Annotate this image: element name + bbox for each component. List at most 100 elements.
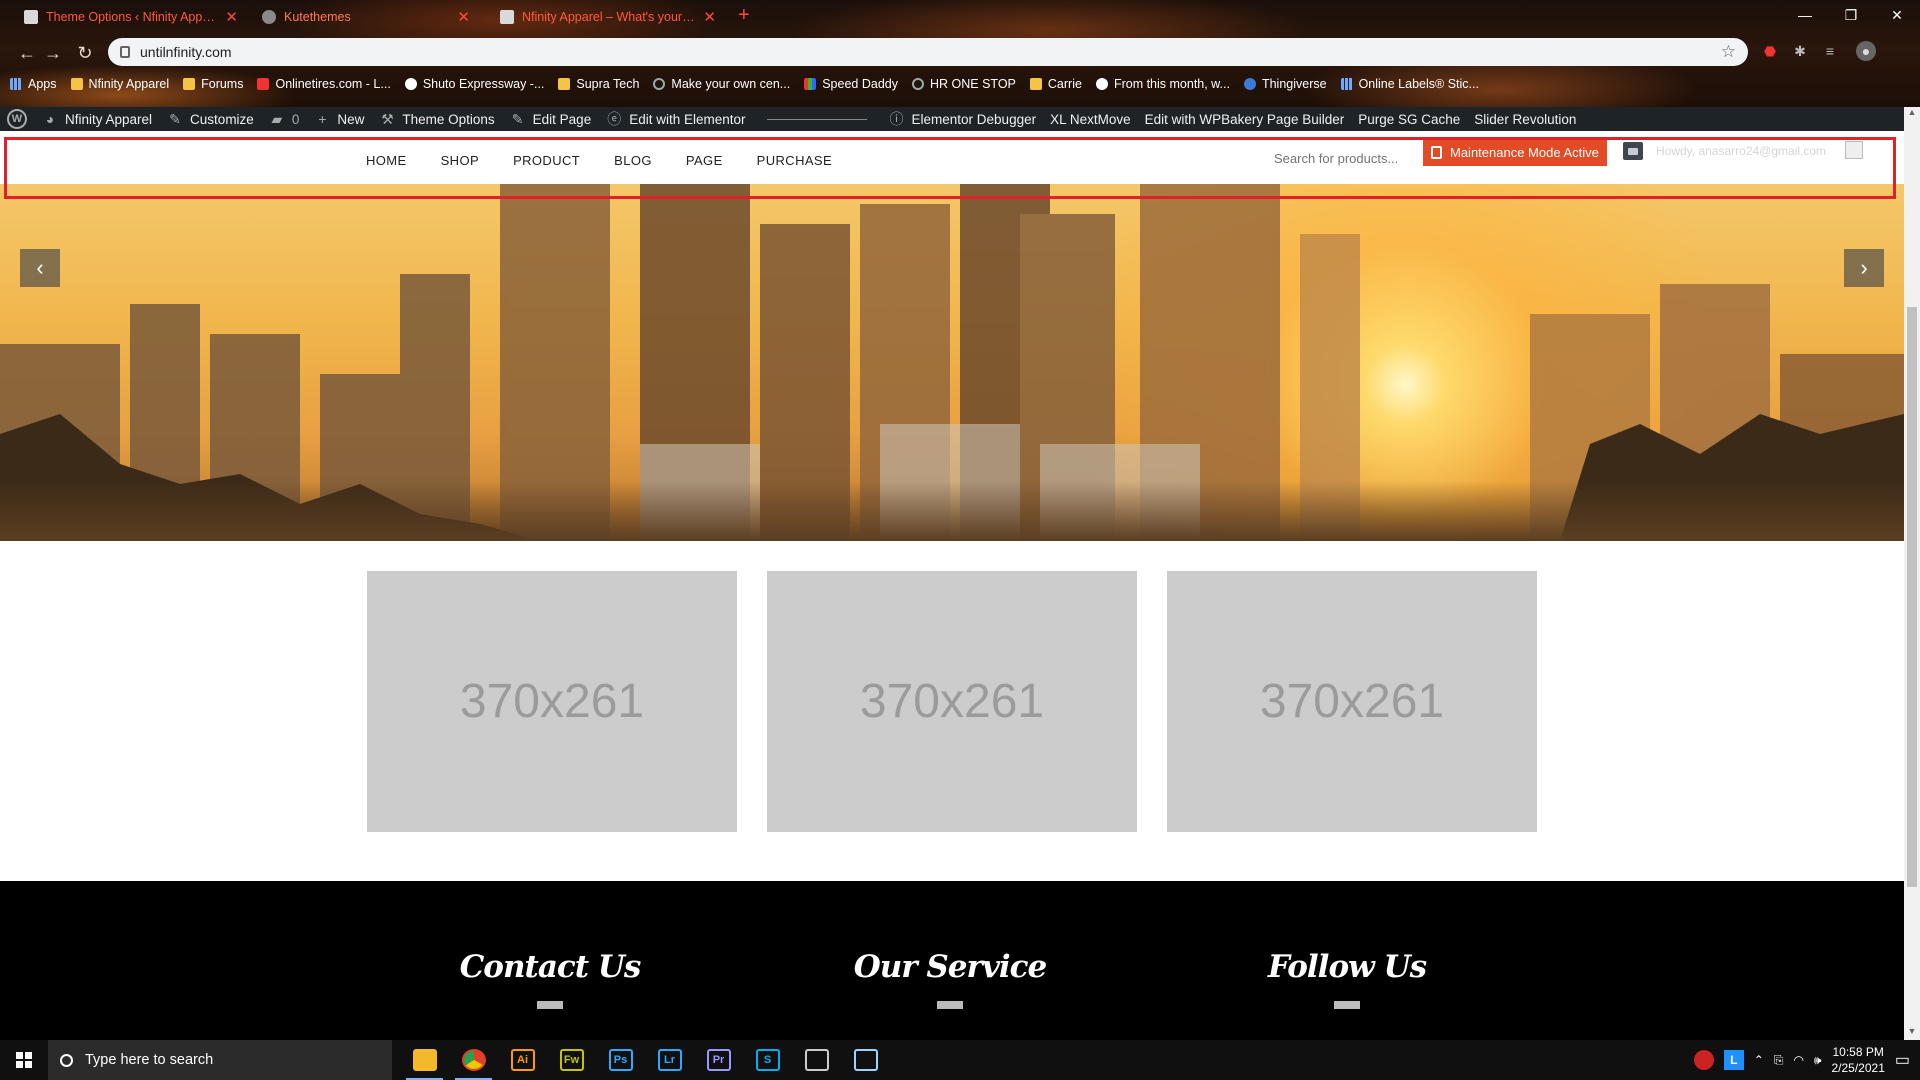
wp-wpbakery[interactable]: Edit with WPBakery Page Builder [1138, 107, 1352, 131]
wp-debugger-label: Elementor Debugger [911, 111, 1037, 127]
wp-theme-options[interactable]: ⚒ Theme Options [371, 107, 501, 131]
wp-edit-page[interactable]: ✎ Edit Page [502, 107, 599, 131]
security-icon[interactable] [1693, 1050, 1714, 1070]
slider-prev-button[interactable]: ‹ [20, 249, 60, 287]
meet-now-icon[interactable]: ⎘ [1774, 1053, 1784, 1068]
chrome-taskbar-button[interactable] [449, 1040, 498, 1080]
wp-site-name[interactable]: ◕ Nfinity Apparel [34, 107, 159, 131]
avatar[interactable] [1845, 141, 1863, 159]
bookmark-onlinetires[interactable]: Onlinetires.com - L... [257, 77, 391, 91]
reload-icon[interactable]: ↻ [72, 40, 98, 66]
close-icon[interactable]: ✕ [457, 10, 470, 25]
thumbnail-placeholder[interactable]: 370x261 [1167, 571, 1537, 832]
extensions-icon[interactable]: ✱ [1790, 41, 1810, 61]
folder-icon [70, 78, 83, 90]
bookmark-apps[interactable]: Apps [10, 77, 57, 91]
skype-taskbar-button[interactable]: S [743, 1040, 792, 1080]
bookmark-supra[interactable]: Supra Tech [558, 77, 639, 91]
wp-purge-cache[interactable]: Purge SG Cache [1351, 107, 1467, 131]
close-icon[interactable]: ✕ [225, 10, 238, 25]
bookmark-forums[interactable]: Forums [183, 77, 243, 91]
navigation-bar: ← → ↻ untilnfinity.com ☆ ⬣ ✱ ≡ ● [0, 36, 1920, 68]
reading-list-icon[interactable]: ≡ [1820, 41, 1840, 61]
acrobat-icon[interactable]: ⬣ [1760, 41, 1780, 61]
minimize-icon[interactable]: — [1782, 0, 1828, 30]
tab-kutethemes[interactable]: Kutethemes ✕ [252, 4, 480, 30]
app-l-icon[interactable]: L [1723, 1050, 1744, 1070]
profile-icon[interactable]: ● [1856, 41, 1876, 61]
forward-icon[interactable]: → [40, 40, 66, 66]
wp-edit-elementor[interactable]: ⓔ Edit with Elementor [598, 107, 752, 131]
illustrator-taskbar-button[interactable]: Ai [498, 1040, 547, 1080]
wp-slider-revolution[interactable]: Slider Revolution [1467, 107, 1583, 131]
notes-taskbar-button[interactable] [841, 1040, 890, 1080]
menu-page[interactable]: PAGE [686, 153, 723, 168]
restore-icon[interactable]: ❐ [1828, 0, 1874, 30]
slider-next-button[interactable]: › [1844, 249, 1884, 287]
maintenance-mode-badge[interactable]: Maintenance Mode Active [1423, 138, 1607, 166]
wp-comments[interactable]: ▰ 0 [261, 107, 307, 131]
address-bar[interactable]: untilnfinity.com ☆ [108, 38, 1748, 66]
wp-edit-page-label: Edit Page [532, 111, 592, 127]
chevron-up-icon[interactable]: ⌃ [1754, 1053, 1764, 1067]
close-icon[interactable]: ✕ [703, 10, 716, 25]
back-icon[interactable]: ← [14, 40, 40, 66]
bookmark-hr-one-stop[interactable]: HR ONE STOP [911, 77, 1016, 91]
menu-shop[interactable]: SHOP [441, 153, 479, 168]
close-window-icon[interactable]: ✕ [1874, 0, 1920, 30]
scroll-up-icon[interactable]: ▲ [1904, 107, 1920, 121]
bookmark-thingiverse[interactable]: Thingiverse [1243, 77, 1327, 91]
folder-icon [558, 78, 571, 90]
howdy-user[interactable]: Howdy, anasarro24@gmail.com [1656, 144, 1826, 158]
store-taskbar-button[interactable] [792, 1040, 841, 1080]
clock[interactable]: 10:58 PM 2/25/2021 [1831, 1044, 1884, 1076]
lightroom-taskbar-button[interactable]: Lr [645, 1040, 694, 1080]
taskbar-search-placeholder: Type here to search [85, 1052, 214, 1068]
menu-blog[interactable]: BLOG [614, 153, 652, 168]
wp-logo-menu[interactable]: W [0, 107, 34, 131]
fireworks-taskbar-button[interactable]: Fw [547, 1040, 596, 1080]
start-button[interactable] [0, 1040, 48, 1080]
menu-product[interactable]: PRODUCT [513, 153, 580, 168]
chat-icon[interactable] [1623, 142, 1643, 160]
chrome-icon [461, 1049, 486, 1071]
taskbar-search[interactable]: Type here to search [48, 1040, 392, 1080]
bookmark-label: Make your own cen... [671, 77, 791, 91]
thumbnail-placeholder[interactable]: 370x261 [367, 571, 737, 832]
info-icon: ⓘ [889, 111, 904, 127]
scroll-down-icon[interactable]: ▼ [1904, 1026, 1920, 1040]
page-scrollbar[interactable]: ▲ ▼ [1904, 107, 1920, 1040]
network-icon[interactable]: ◠ [1793, 1053, 1803, 1067]
file-explorer-taskbar-button[interactable] [400, 1040, 449, 1080]
wp-new[interactable]: + New [306, 107, 371, 131]
bookmark-online-labels[interactable]: Online Labels® Stic... [1340, 77, 1479, 91]
bookmark-carrie[interactable]: Carrie [1029, 77, 1082, 91]
lock-icon [120, 46, 130, 58]
new-tab-button[interactable]: + [738, 4, 750, 27]
wp-xl-nextmove[interactable]: XL NextMove [1043, 107, 1138, 131]
maintenance-icon [1431, 145, 1442, 159]
menu-home[interactable]: HOME [366, 153, 407, 168]
bookmark-speed-daddy[interactable]: Speed Daddy [804, 77, 898, 91]
bookmark-label: Apps [28, 77, 57, 91]
wp-customize[interactable]: ✎ Customize [159, 107, 261, 131]
notifications-icon[interactable]: ▭ [1895, 1050, 1910, 1070]
premiere-taskbar-button[interactable]: Pr [694, 1040, 743, 1080]
bookmark-shuto[interactable]: Shuto Expressway -... [404, 77, 544, 91]
bookmark-make-your-own[interactable]: Make your own cen... [653, 77, 790, 91]
tab-nfinity-apparel[interactable]: Nfinity Apparel – What's your pa ✕ [490, 4, 726, 30]
main-menu: HOME SHOP PRODUCT BLOG PAGE PURCHASE [366, 153, 866, 168]
bookmark-nfinity[interactable]: Nfinity Apparel [70, 77, 169, 91]
menu-purchase[interactable]: PURCHASE [757, 153, 832, 168]
wp-elementor-debugger[interactable]: ⓘ Elementor Debugger [881, 107, 1044, 131]
volume-icon[interactable]: 🕪 [1814, 1053, 1822, 1068]
windows-icon [16, 1052, 32, 1068]
bookmark-star-icon[interactable]: ☆ [1721, 42, 1736, 62]
bookmark-from-this-month[interactable]: From this month, w... [1095, 77, 1230, 91]
product-search-input[interactable] [1274, 151, 1424, 166]
folder-icon [183, 78, 196, 90]
thumbnail-placeholder[interactable]: 370x261 [767, 571, 1137, 832]
tab-theme-options[interactable]: Theme Options ‹ Nfinity Apparel ✕ [14, 4, 248, 30]
photoshop-taskbar-button[interactable]: Ps [596, 1040, 645, 1080]
scrollbar-thumb[interactable] [1907, 307, 1917, 887]
